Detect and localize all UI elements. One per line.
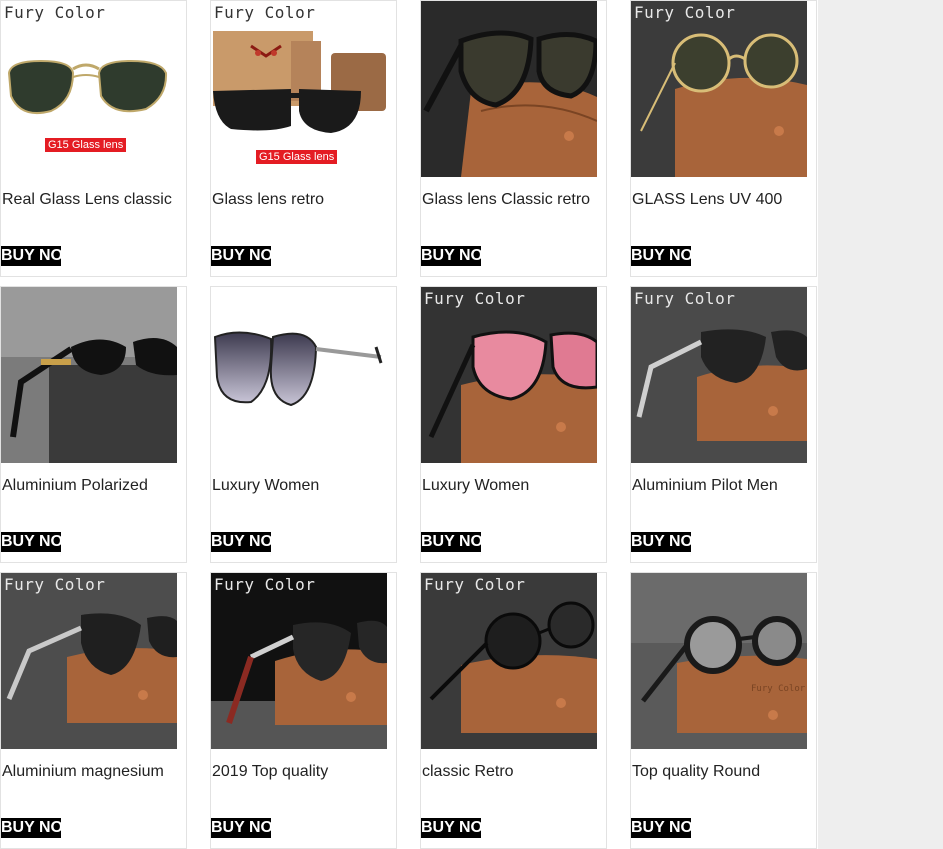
- buy-now-button[interactable]: BUY NOW: [211, 532, 271, 552]
- product-image[interactable]: Fury Color: [421, 573, 597, 749]
- buy-now-button[interactable]: BUY NOW: [1, 818, 61, 838]
- product-image[interactable]: Fury Color: [631, 1, 807, 177]
- buy-now-button[interactable]: BUY NOW: [631, 818, 691, 838]
- product-card[interactable]: Fury Color GLASS Lens UV 400 BUY NOW: [630, 0, 817, 277]
- product-card[interactable]: Glass lens Classic retro BUY NOW: [420, 0, 607, 277]
- product-card[interactable]: Fury Color Top quality Round BUY NOW: [630, 572, 817, 849]
- brand-watermark: Fury Color: [424, 575, 526, 594]
- page-gutter: [818, 0, 943, 849]
- product-image[interactable]: [421, 1, 597, 177]
- buy-now-button[interactable]: BUY NOW: [1, 532, 61, 552]
- product-title[interactable]: Real Glass Lens classic: [2, 191, 172, 209]
- brand-watermark: Fury Color: [4, 575, 106, 594]
- product-card[interactable]: Fury Color G15 Glass lens Real Glass Len…: [0, 0, 187, 277]
- buy-now-button[interactable]: BUY NOW: [211, 818, 271, 838]
- buy-now-button[interactable]: BUY NOW: [421, 246, 481, 266]
- product-image[interactable]: [211, 287, 387, 463]
- product-page: Fury Color G15 Glass lens Real Glass Len…: [0, 0, 943, 849]
- brand-watermark: Fury Color: [634, 3, 736, 22]
- product-image[interactable]: Fury Color: [421, 287, 597, 463]
- product-image[interactable]: Fury Color: [211, 573, 387, 749]
- product-card[interactable]: Fury Color Aluminium magnesium BUY NOW: [0, 572, 187, 849]
- product-card[interactable]: Fury Color Aluminium Pilot Men BUY NOW: [630, 286, 817, 563]
- case-label: Fury Color: [751, 684, 806, 694]
- product-image[interactable]: G15 Glass lens Fury Color: [211, 1, 387, 177]
- product-image[interactable]: Fury Color: [631, 287, 807, 463]
- brand-watermark: Fury Color: [4, 3, 106, 22]
- product-image[interactable]: Fury Color: [1, 573, 177, 749]
- buy-now-button[interactable]: BUY NOW: [631, 532, 691, 552]
- buy-now-button[interactable]: BUY NOW: [631, 246, 691, 266]
- buy-now-button[interactable]: BUY NOW: [421, 818, 481, 838]
- product-card[interactable]: Fury Color Luxury Women BUY NOW: [420, 286, 607, 563]
- product-card[interactable]: G15 Glass lens Fury Color Glass lens ret…: [210, 0, 397, 277]
- product-title[interactable]: Top quality Round: [632, 763, 760, 781]
- brand-watermark: Fury Color: [634, 289, 736, 308]
- product-title[interactable]: Glass lens retro: [212, 191, 324, 209]
- product-title[interactable]: Aluminium Polarized: [2, 477, 148, 495]
- product-title[interactable]: Luxury Women: [422, 477, 529, 495]
- product-title[interactable]: GLASS Lens UV 400: [632, 191, 782, 209]
- product-card[interactable]: Fury Color 2019 Top quality BUY NOW: [210, 572, 397, 849]
- product-card[interactable]: Luxury Women BUY NOW: [210, 286, 397, 563]
- brand-watermark: Fury Color: [424, 289, 526, 308]
- brand-watermark: Fury Color: [214, 575, 316, 594]
- product-title[interactable]: Aluminium Pilot Men: [632, 477, 778, 495]
- buy-now-button[interactable]: BUY NOW: [421, 532, 481, 552]
- product-title[interactable]: 2019 Top quality: [212, 763, 328, 781]
- product-grid: Fury Color G15 Glass lens Real Glass Len…: [0, 0, 818, 849]
- product-title[interactable]: Luxury Women: [212, 477, 319, 495]
- brand-watermark: Fury Color: [214, 3, 316, 22]
- product-image[interactable]: Fury Color G15 Glass lens: [1, 1, 177, 177]
- product-title[interactable]: classic Retro: [422, 763, 514, 781]
- product-title[interactable]: Aluminium magnesium: [2, 763, 164, 781]
- product-image[interactable]: [1, 287, 177, 463]
- product-card[interactable]: Aluminium Polarized BUY NOW: [0, 286, 187, 563]
- product-title[interactable]: Glass lens Classic retro: [422, 191, 590, 209]
- buy-now-button[interactable]: BUY NOW: [1, 246, 61, 266]
- product-image[interactable]: Fury Color: [631, 573, 807, 749]
- lens-badge: G15 Glass lens: [256, 150, 338, 164]
- product-card[interactable]: Fury Color classic Retro BUY NOW: [420, 572, 607, 849]
- lens-badge: G15 Glass lens: [45, 138, 127, 152]
- buy-now-button[interactable]: BUY NOW: [211, 246, 271, 266]
